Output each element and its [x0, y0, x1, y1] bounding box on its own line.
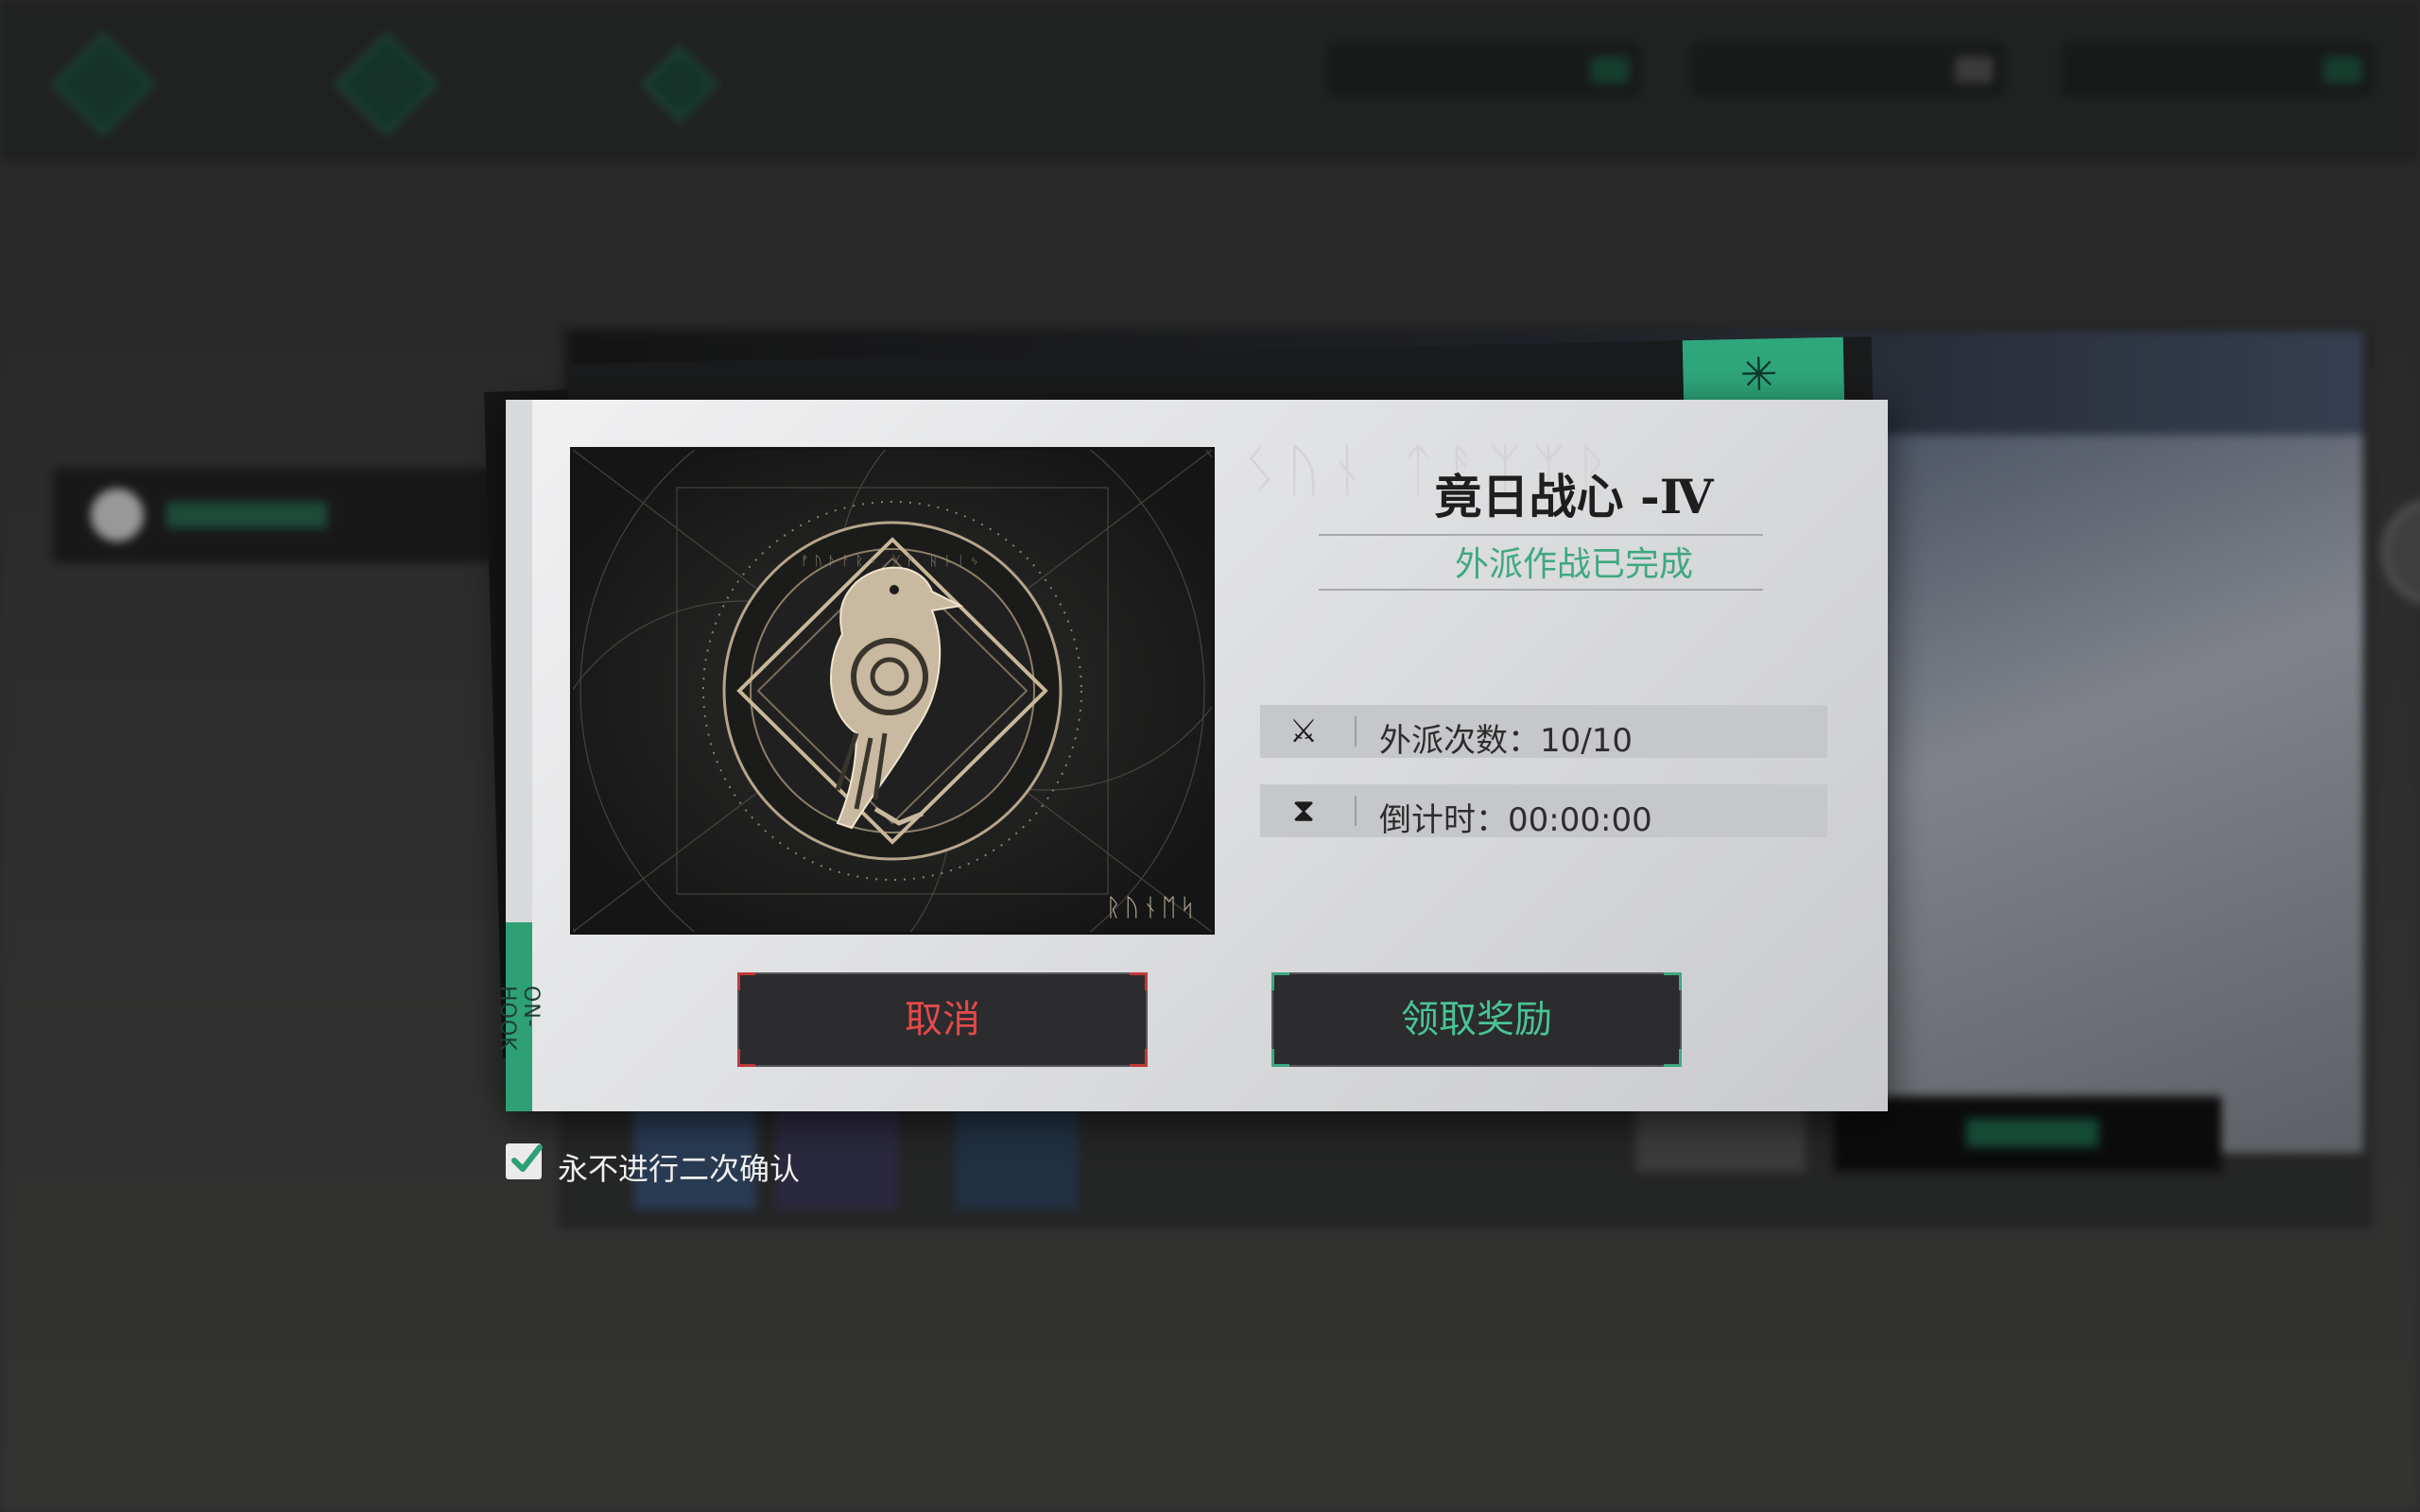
countdown-row: ⧗ 倒计时：00:00:00	[1260, 784, 1827, 840]
dispatch-count-row: ⚔ 外派次数：10/10	[1260, 705, 1827, 761]
never-confirm-label[interactable]: 永不进行二次确认	[558, 1145, 800, 1189]
subtitle-divider	[1319, 589, 1763, 591]
countdown-label: 倒计时：	[1379, 801, 1508, 839]
crossed-swords-icon: ⚔	[1288, 713, 1319, 750]
countdown-value: 00:00:00	[1508, 801, 1652, 839]
dialog-subtitle: 外派作战已完成	[1454, 545, 1693, 584]
row-separator	[1355, 796, 1357, 826]
hourglass-icon: ⧗	[1292, 792, 1315, 830]
emblem-rune-text: ᚱᚢᚾᛖᛋ	[1105, 894, 1199, 922]
svg-text:ᚠᚢᚦᚨᚱᚲ ᚷᚹ ᚺᚾᛁᛃ: ᚠᚢᚦᚨᚱᚲ ᚷᚹ ᚺᚾᛁᛃ	[801, 554, 984, 569]
dispatch-count-label: 外派次数：	[1379, 722, 1540, 760]
row-separator	[1355, 716, 1357, 747]
claim-reward-button[interactable]: 领取奖励	[1271, 972, 1682, 1067]
dispatch-count-value: 10/10	[1540, 722, 1633, 760]
checkmark-icon	[511, 1144, 543, 1172]
raven-emblem-icon: ᚠᚢᚦᚨᚱᚲ ᚷᚹ ᚺᚾᛁᛃ	[573, 450, 1212, 932]
on-hook-tag: ON-HOOK	[495, 986, 543, 1052]
cancel-button-label: 取消	[905, 998, 980, 1041]
side-strip: ON-HOOK	[495, 400, 543, 1111]
dispatch-complete-dialog: ON-HOOK ᚠᚢᚦᚨᚱᚲ ᚷᚹ ᚺᚾᛁᛃ ᚱᚢᚾᛖᛋ ᛊᚢᚾ ᛏᚨᛉᛉᚱ 竟…	[495, 400, 1888, 1111]
cancel-button[interactable]: 取消	[737, 972, 1148, 1067]
countdown-text: 倒计时：00:00:00	[1379, 794, 1652, 840]
claim-reward-button-label: 领取奖励	[1401, 998, 1552, 1041]
never-confirm-checkbox[interactable]	[506, 1143, 543, 1179]
dialog-title: 竟日战心 -Ⅳ	[1434, 469, 1714, 524]
title-divider	[1319, 534, 1763, 536]
mission-emblem-image: ᚠᚢᚦᚨᚱᚲ ᚷᚹ ᚺᚾᛁᛃ ᚱᚢᚾᛖᛋ	[570, 447, 1215, 935]
dispatch-count-text: 外派次数：10/10	[1379, 714, 1633, 761]
star-icon: ✳	[1738, 348, 1779, 403]
